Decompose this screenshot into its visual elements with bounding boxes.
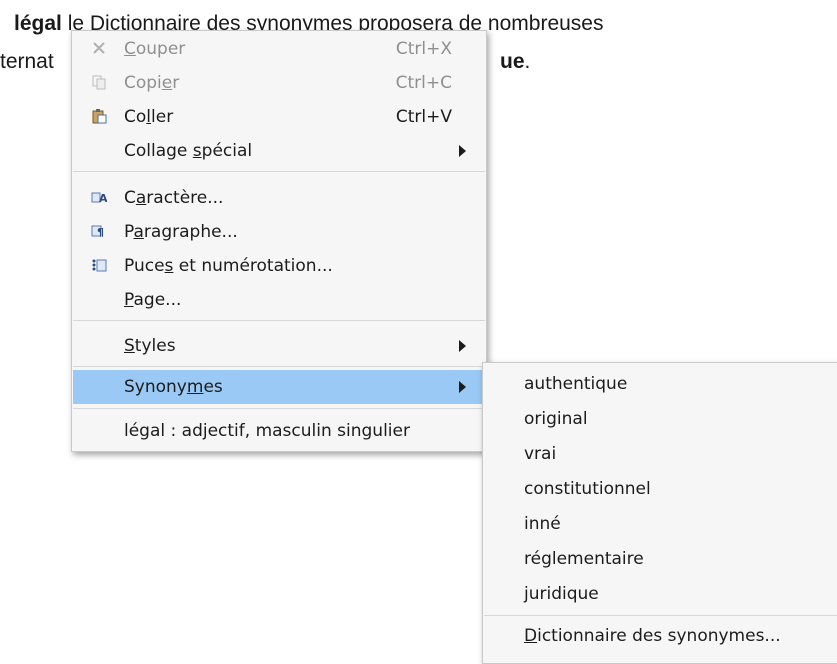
document-text: . (524, 50, 531, 73)
submenu-arrow-icon (459, 340, 466, 352)
synonym-item[interactable]: inné (484, 507, 837, 541)
document-text: ternat (0, 50, 54, 73)
menu-separator (73, 320, 485, 321)
bold-word: légal (14, 12, 62, 35)
synonym-item[interactable]: juridique (484, 577, 837, 611)
menu-item-styles[interactable]: Styles (73, 329, 485, 363)
menu-item-label: Dictionnaire des synonymes... (524, 626, 781, 646)
menu-item-copy[interactable]: Copier Ctrl+C (73, 66, 485, 100)
shortcut-label: Ctrl+C (395, 73, 452, 93)
menu-separator (73, 408, 485, 409)
menu-item-label: Page... (124, 290, 182, 310)
menu-item-paste-special[interactable]: Collage spécial (73, 134, 485, 168)
svg-text:¶: ¶ (97, 226, 104, 239)
menu-item-paragraph[interactable]: ¶ Paragraphe... (73, 215, 485, 249)
document-line-2-end: ue. (500, 50, 530, 74)
svg-text:A: A (99, 192, 107, 205)
copy-icon (91, 74, 107, 90)
synonym-label: original (524, 409, 588, 429)
shortcut-label: Ctrl+V (395, 107, 452, 127)
synonym-label: réglementaire (524, 549, 644, 569)
menu-item-paste[interactable]: Coller Ctrl+V (73, 100, 485, 134)
menu-separator (73, 171, 485, 172)
menu-item-label: Synonymes (124, 377, 223, 397)
synonym-label: juridique (524, 584, 599, 604)
menu-item-label: Couper (124, 39, 186, 59)
synonym-label: constitutionnel (524, 479, 651, 499)
shortcut-label: Ctrl+X (395, 39, 452, 59)
menu-item-label: Collage spécial (124, 141, 253, 161)
synonym-submenu: authentique original vrai constitutionne… (482, 362, 837, 664)
menu-separator (73, 366, 485, 367)
menu-item-thesaurus-dialog[interactable]: Dictionnaire des synonymes... (484, 619, 837, 653)
synonym-label: authentique (524, 374, 628, 394)
menu-item-label: Puces et numérotation... (124, 256, 333, 276)
bold-text: ue (500, 50, 525, 73)
bullets-icon (91, 257, 107, 273)
synonym-label: vrai (524, 444, 557, 464)
menu-item-label: Copier (124, 73, 180, 93)
synonym-item[interactable]: réglementaire (484, 542, 837, 576)
synonym-item[interactable]: constitutionnel (484, 472, 837, 506)
menu-item-label: Coller (124, 107, 174, 127)
menu-item-label: Styles (124, 336, 176, 356)
scissors-icon (91, 40, 107, 56)
context-menu: Couper Ctrl+X Copier Ctrl+C Coller Ctrl+… (71, 30, 487, 452)
menu-item-character[interactable]: A Caractère... (73, 181, 485, 215)
menu-item-word-info: légal : adjectif, masculin singulier (73, 414, 485, 448)
word-info-label: légal : adjectif, masculin singulier (124, 421, 410, 441)
character-icon: A (91, 189, 108, 205)
menu-item-bullets-numbering[interactable]: Puces et numérotation... (73, 249, 485, 283)
paragraph-icon: ¶ (91, 223, 107, 239)
menu-item-label: Caractère... (124, 188, 224, 208)
menu-item-cut[interactable]: Couper Ctrl+X (73, 32, 485, 66)
synonym-item[interactable]: original (484, 402, 837, 436)
synonym-item[interactable]: authentique (484, 367, 837, 401)
submenu-arrow-icon (459, 145, 466, 157)
menu-item-synonyms[interactable]: Synonymes (73, 370, 485, 404)
synonym-label: inné (524, 514, 561, 534)
menu-item-page[interactable]: Page... (73, 283, 485, 317)
menu-item-label: Paragraphe... (124, 222, 238, 242)
menu-separator (484, 615, 837, 616)
document-line-2: ternat (0, 50, 54, 74)
paste-icon (91, 108, 107, 124)
synonym-item[interactable]: vrai (484, 437, 837, 471)
submenu-arrow-icon (459, 381, 466, 393)
